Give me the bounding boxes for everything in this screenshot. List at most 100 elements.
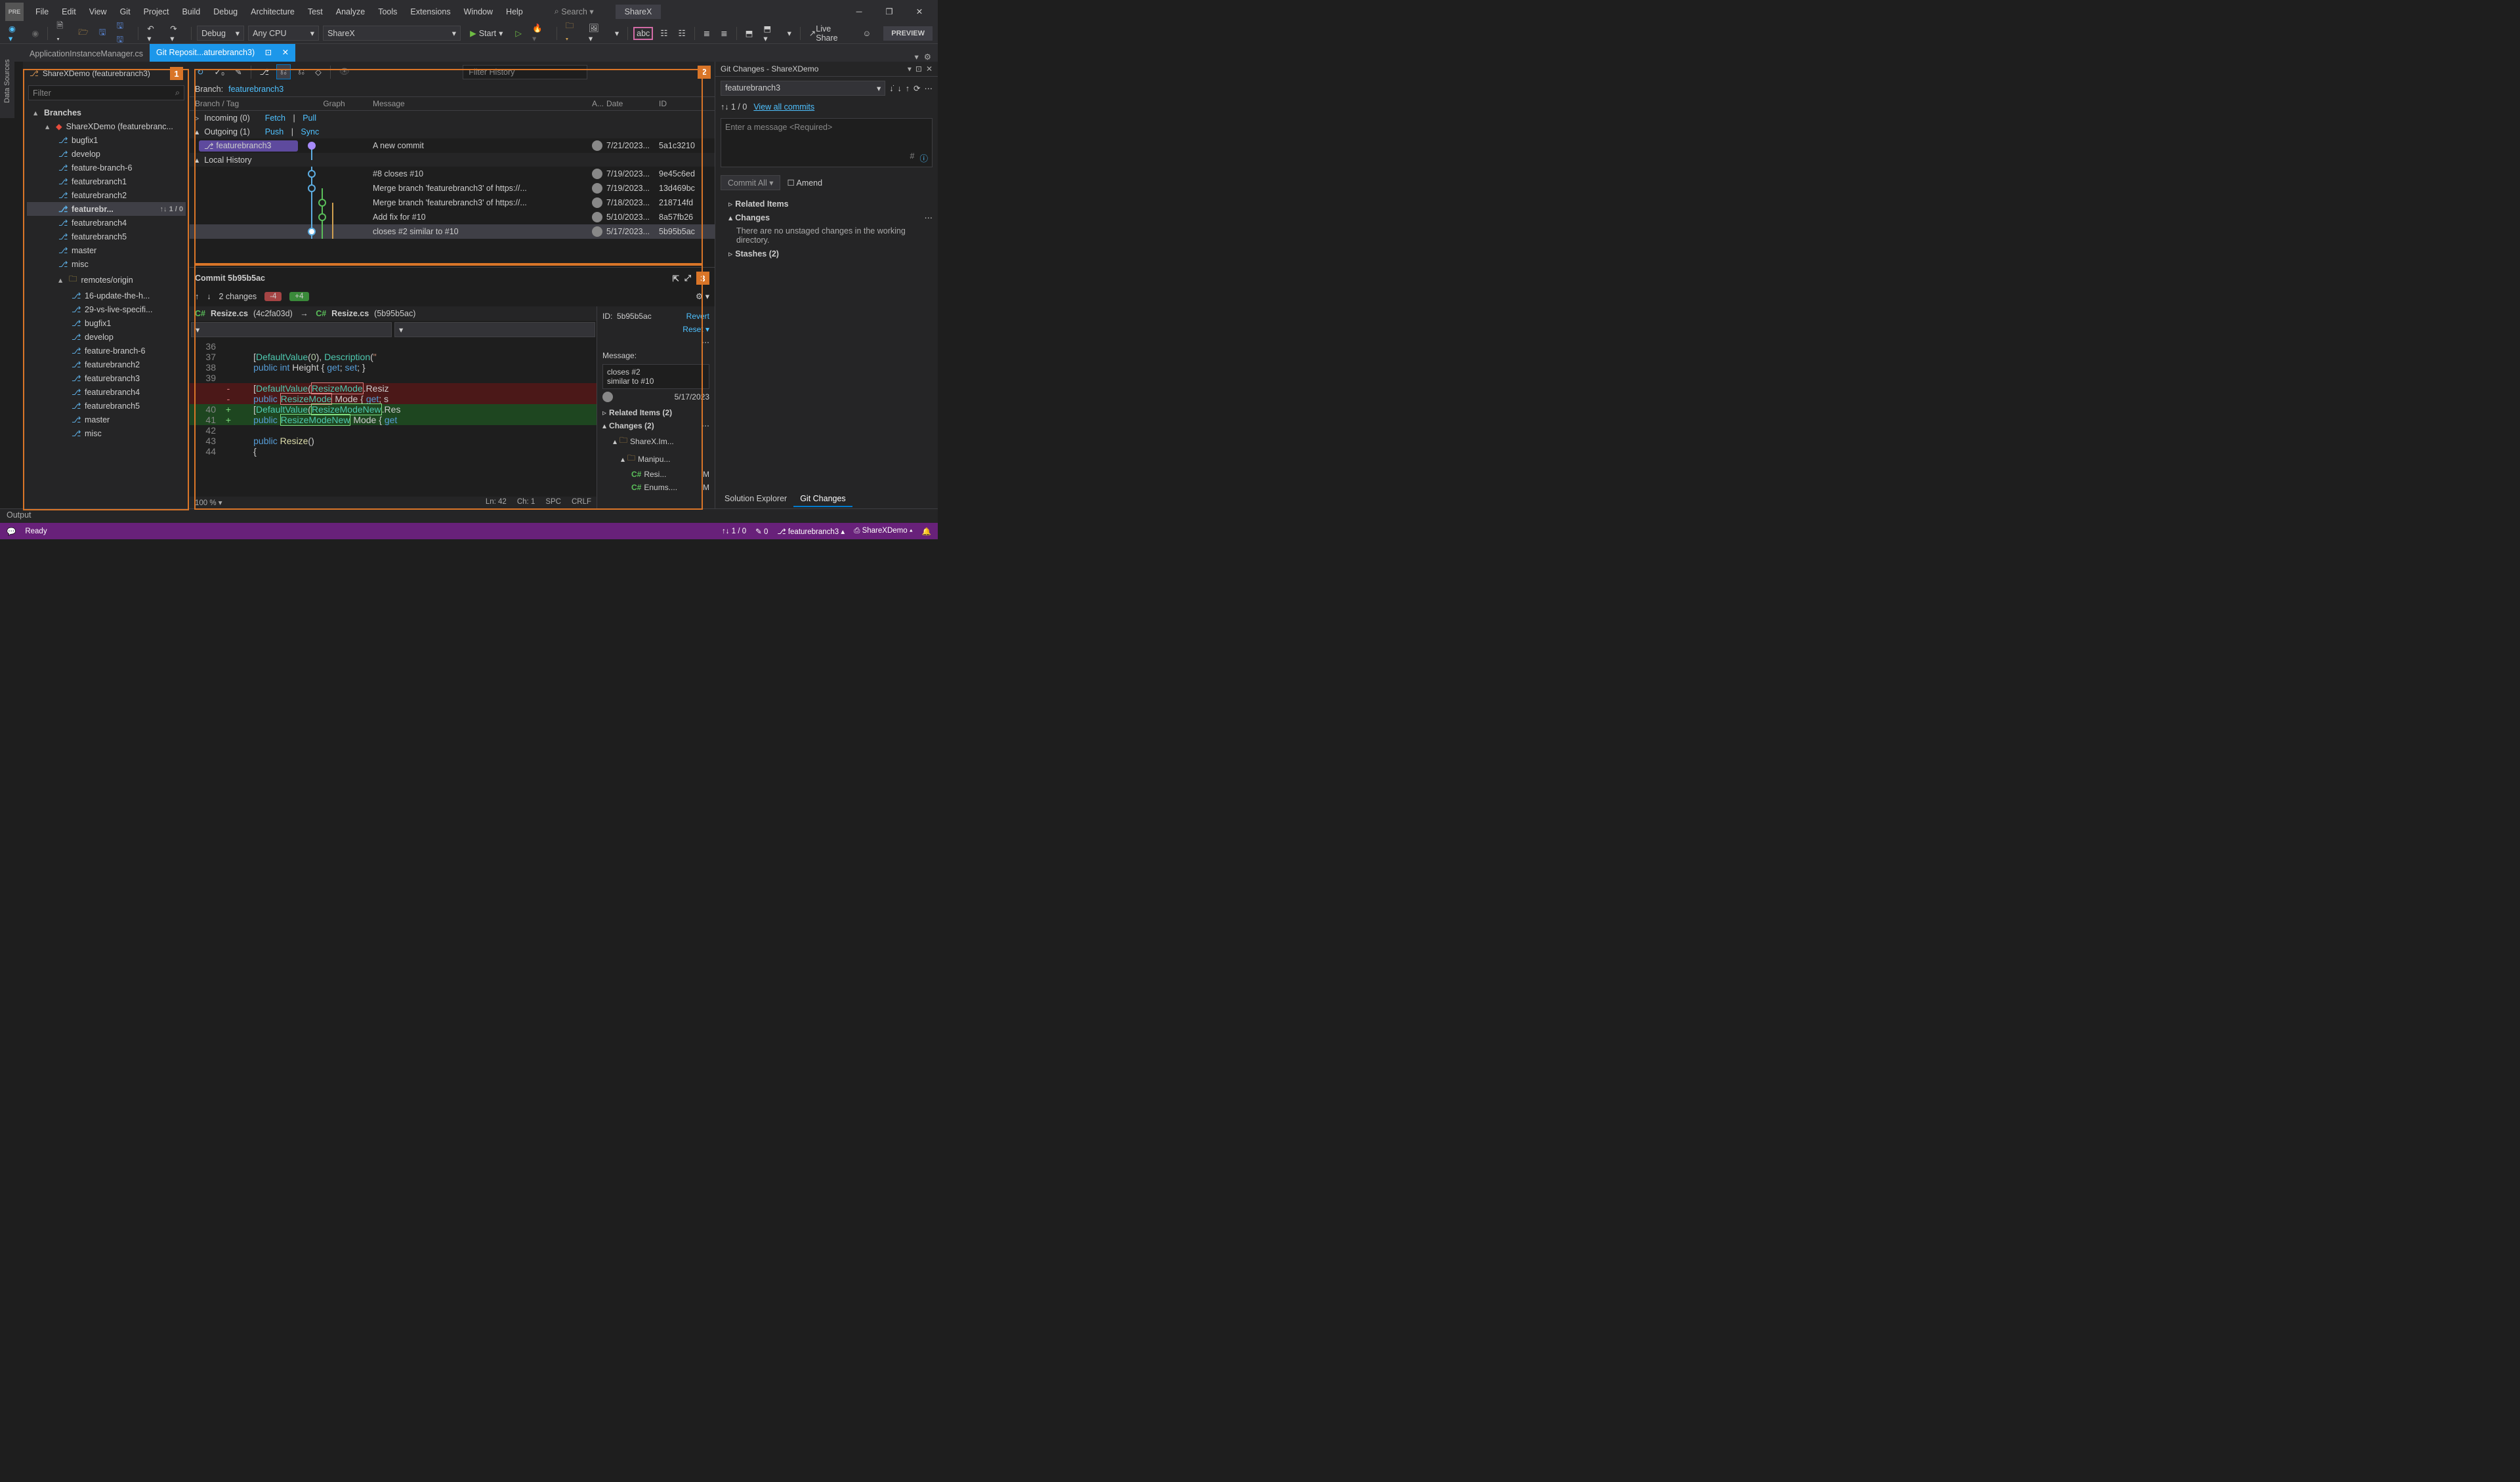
save-all-button[interactable]: 🖫🖫 — [113, 18, 133, 49]
outdent-button[interactable]: ≣ — [717, 26, 730, 40]
menu-help[interactable]: Help — [499, 5, 530, 19]
remote-branch[interactable]: ⎇misc — [27, 426, 186, 440]
start-nodbg-button[interactable]: ▷ — [512, 26, 525, 40]
graph-btn-2[interactable]: ⎌ — [276, 64, 291, 79]
pin-icon[interactable]: ⊡ — [915, 64, 922, 73]
menu-window[interactable]: Window — [457, 5, 499, 19]
remote-branch[interactable]: ⎇feature-branch-6 — [27, 344, 186, 358]
minimize-button[interactable]: ─ — [844, 2, 874, 22]
code-view[interactable]: 36 37 [DefaultValue(0), Description(" 38… — [190, 339, 597, 497]
preview-button[interactable]: PREVIEW — [883, 26, 933, 41]
menu-edit[interactable]: Edit — [55, 5, 83, 19]
remote-branch[interactable]: ⎇featurebranch4 — [27, 385, 186, 399]
find-button[interactable]: abc — [633, 27, 653, 40]
live-share-button[interactable]: ↗ Live Share — [806, 22, 856, 45]
platform-combo[interactable]: Any CPU▾ — [248, 26, 319, 41]
sb-repo[interactable]: ⎙ ShareXDemo ▴ — [854, 527, 912, 535]
branches-node[interactable]: ▴Branches — [27, 106, 186, 119]
dropdown-icon[interactable]: ▾ — [908, 64, 912, 73]
file-node[interactable]: C# Resi...M — [602, 468, 709, 481]
branch-feature5[interactable]: ⎇featurebranch5 — [27, 230, 186, 243]
menu-project[interactable]: Project — [137, 5, 176, 19]
branch-misc[interactable]: ⎇misc — [27, 257, 186, 271]
col-message[interactable]: Message — [370, 99, 592, 108]
uncomment-button[interactable]: ☷ — [675, 26, 689, 40]
target-combo[interactable]: ShareX▾ — [323, 26, 461, 41]
branch-master[interactable]: ⎇master — [27, 243, 186, 257]
graph-btn-1[interactable]: ⎇ — [257, 65, 272, 79]
tab-git-repository[interactable]: Git Reposit...aturebranch3) ⊡ ✕ — [150, 44, 295, 62]
nav-back-button[interactable]: ◉ ▾ — [5, 22, 24, 45]
close-button[interactable]: ✕ — [904, 2, 934, 22]
outgoing-group[interactable]: ▴Outgoing (1) Push | Sync — [190, 125, 715, 138]
diff-combo-left[interactable]: ▾ — [191, 322, 392, 337]
branch-develop[interactable]: ⎇develop — [27, 147, 186, 161]
stashes-node[interactable]: ▹ Stashes (2) — [721, 247, 933, 260]
indent-button[interactable]: ≣ — [700, 26, 713, 40]
remote-branch[interactable]: ⎇master — [27, 413, 186, 426]
changes-section[interactable]: ▴ Changes (2)⋯ — [602, 419, 709, 432]
nav-fwd-button[interactable]: ◉ — [28, 26, 42, 40]
tab-app-instance[interactable]: ApplicationInstanceManager.cs — [23, 46, 150, 62]
branch-link[interactable]: featurebranch3 — [228, 85, 284, 94]
view-all-commits-link[interactable]: View all commits — [753, 102, 814, 112]
more-button[interactable]: ▾ — [612, 26, 622, 40]
zoom-level[interactable]: 100 % ▾ — [195, 498, 222, 507]
revert-link[interactable]: Revert — [686, 312, 709, 321]
pin-icon[interactable]: ⊡ — [265, 47, 272, 57]
maximize-button[interactable]: ❐ — [874, 2, 904, 22]
remote-branch[interactable]: ⎇featurebranch2 — [27, 358, 186, 371]
menu-test[interactable]: Test — [301, 5, 329, 19]
gear-icon[interactable]: ⚙ ▾ — [696, 291, 709, 301]
save-button[interactable]: 🖫 — [96, 24, 110, 42]
commit-row[interactable]: #8 closes #10 7/19/2023... 9e45c6ed — [190, 167, 715, 181]
more-icon[interactable]: ⋯ — [702, 421, 709, 430]
sync-link[interactable]: Sync — [301, 127, 319, 136]
remote-branch[interactable]: ⎇featurebranch5 — [27, 399, 186, 413]
start-button[interactable]: ▶Start ▾ — [465, 26, 508, 40]
feedback-button[interactable]: ☺ — [860, 27, 875, 40]
remote-branch[interactable]: ⎇29-vs-live-specifi... — [27, 302, 186, 316]
branch-filter-input[interactable]: Filter ⌕ — [28, 85, 184, 100]
branch-feature4[interactable]: ⎇featurebranch4 — [27, 216, 186, 230]
sb-branch[interactable]: ⎇ featurebranch3 ▴ — [777, 527, 845, 536]
info-icon[interactable]: ⓘ — [919, 152, 928, 164]
check-button[interactable]: ✓₀ — [211, 65, 228, 79]
graph-btn-3[interactable]: ⎌ — [295, 65, 308, 79]
filter-history-input[interactable]: Filter History — [463, 65, 587, 79]
diff-combo-right[interactable]: ▾ — [394, 322, 595, 337]
col-date[interactable]: Date — [606, 99, 659, 108]
branch-feature6[interactable]: ⎇feature-branch-6 — [27, 161, 186, 175]
config-combo[interactable]: Debug▾ — [197, 26, 244, 41]
sb-edits[interactable]: ✎ 0 — [755, 527, 768, 536]
datasources-tab[interactable]: Data Sources — [0, 49, 14, 118]
remotes-node[interactable]: ▴🗀remotes/origin — [27, 271, 186, 289]
folder-node[interactable]: ▴ 🗀 Manipu... — [602, 450, 709, 468]
sync-icon[interactable]: ⟳ — [914, 83, 920, 93]
commit-row[interactable]: Merge branch 'featurebranch3' of https:/… — [190, 181, 715, 196]
pull-link[interactable]: Pull — [303, 113, 316, 123]
output-window-tab[interactable]: Output — [0, 508, 938, 523]
close-icon[interactable]: ✕ — [926, 64, 933, 73]
amend-checkbox[interactable]: ☐ Amend — [787, 178, 822, 188]
commit-row[interactable]: Merge branch 'featurebranch3' of https:/… — [190, 196, 715, 210]
remote-branch[interactable]: ⎇develop — [27, 330, 186, 344]
sb-commit-counts[interactable]: ↑↓ 1 / 0 — [722, 527, 746, 535]
commit-all-button[interactable]: Commit All ▾ — [721, 175, 780, 190]
more-icon[interactable]: ⋯ — [925, 83, 933, 93]
commit-row[interactable]: ⎇featurebranch3 A new commit 7/21/2023..… — [190, 138, 715, 153]
fetch-link[interactable]: Fetch — [265, 113, 285, 123]
hash-icon[interactable]: # — [910, 152, 915, 164]
solution-label[interactable]: ShareX — [616, 5, 662, 19]
col-id[interactable]: ID — [659, 99, 715, 108]
commit-message-input[interactable]: Enter a message <Required> # ⓘ — [721, 118, 933, 167]
branch-feature2[interactable]: ⎇featurebranch2 — [27, 188, 186, 202]
tab-git-changes[interactable]: Git Changes — [793, 491, 852, 507]
menu-tools[interactable]: Tools — [371, 5, 404, 19]
fetch-icon[interactable]: ↓̇ — [889, 84, 893, 93]
new-item-button[interactable]: 🗎 ▾ — [53, 18, 71, 49]
remote-branch[interactable]: ⎇featurebranch3 — [27, 371, 186, 385]
img-button[interactable]: 🖼 ▾ — [585, 22, 608, 45]
maximize-icon[interactable]: ⤢ — [684, 274, 691, 283]
col-graph[interactable]: Graph — [298, 99, 370, 108]
